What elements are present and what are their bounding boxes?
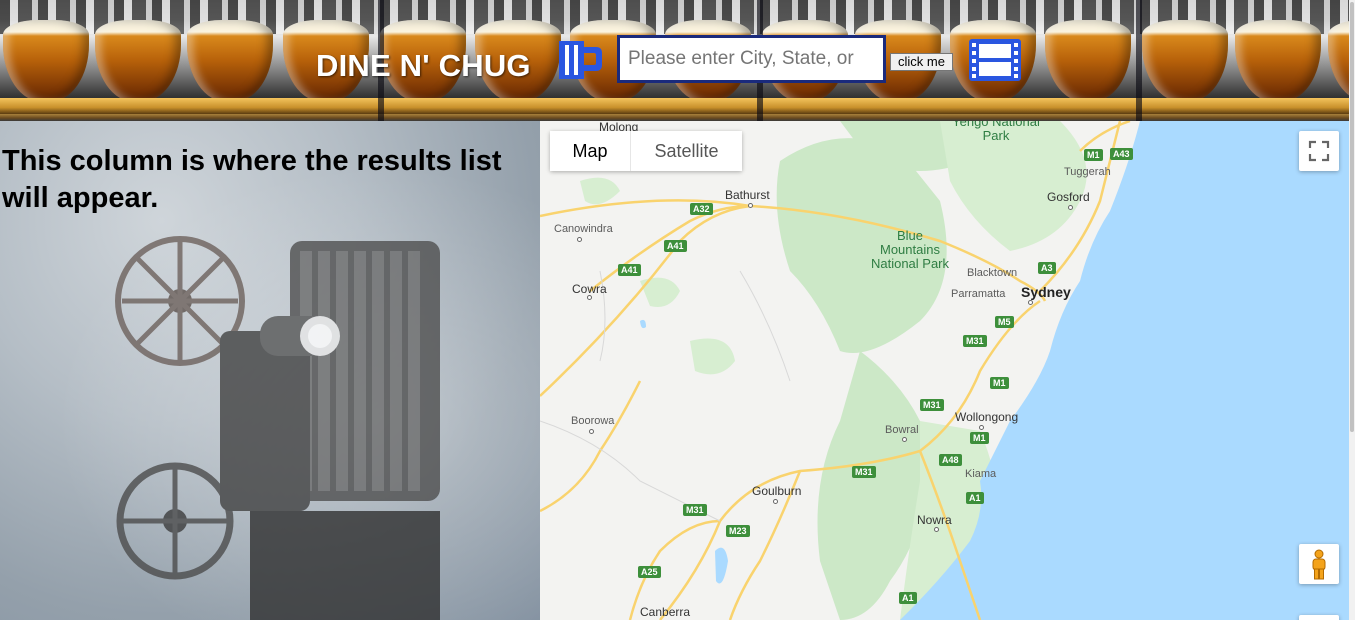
- road-shield: M31: [852, 466, 876, 478]
- road-shield: M31: [920, 399, 944, 411]
- beer-glass-image: [1328, 20, 1349, 102]
- map-label-canowindra: Canowindra: [554, 223, 613, 235]
- map-label-blacktown: Blacktown: [967, 267, 1018, 279]
- results-column: This column is where the results list wi…: [0, 121, 540, 620]
- beer-mug-icon: [559, 41, 602, 79]
- film-strip-icon: [969, 39, 1021, 81]
- road-shield: A25: [638, 566, 661, 578]
- beer-glass-image: [3, 20, 89, 102]
- road-shield: A32: [690, 203, 713, 215]
- map-label-wollongong: Wollongong: [955, 410, 1019, 424]
- google-map[interactable]: Molong Bathurst Canowindra Cowra Boorowa…: [540, 121, 1349, 620]
- road-shield: M1: [990, 377, 1009, 389]
- road-shield: A3: [1038, 262, 1056, 274]
- map-label-cowra: Cowra: [572, 282, 607, 296]
- map-label-tuggerah: Tuggerah: [1064, 166, 1111, 178]
- map-type-control: Map Satellite: [550, 131, 742, 171]
- road-shield: A41: [664, 240, 687, 252]
- map-label-yengo: Yengo National Park: [952, 121, 1040, 143]
- road-shield: A48: [939, 454, 962, 466]
- map-label-gosford: Gosford: [1047, 190, 1090, 204]
- street-view-pegman-button[interactable]: [1299, 544, 1339, 584]
- map-label-bowral: Bowral: [885, 424, 919, 436]
- wooden-shelf: [0, 98, 1349, 114]
- map-label-parramatta: Parramatta: [951, 288, 1006, 300]
- map-label-goulburn: Goulburn: [752, 484, 802, 498]
- pegman-icon: [1312, 549, 1326, 580]
- results-placeholder-text: This column is where the results list wi…: [2, 145, 502, 214]
- search-button[interactable]: click me: [890, 53, 953, 71]
- beer-glass-image: [95, 20, 181, 102]
- fullscreen-button[interactable]: [1299, 131, 1339, 171]
- map-label-boorowa: Boorowa: [571, 415, 615, 427]
- map-label-sydney: Sydney: [1021, 284, 1071, 300]
- film-projector-image: [115, 236, 440, 620]
- road-shield: M5: [995, 316, 1014, 328]
- map-label-blue-mountains: Blue Mountains National Park: [870, 228, 950, 271]
- map-tiles[interactable]: [540, 121, 1349, 620]
- map-label-nowra: Nowra: [917, 513, 952, 527]
- road-shield: A1: [899, 592, 917, 604]
- page-scrollbar[interactable]: [1349, 0, 1355, 620]
- road-shield: M31: [683, 504, 707, 516]
- road-shield: A43: [1110, 148, 1133, 160]
- site-title: DINE N' CHUG: [316, 48, 531, 83]
- fullscreen-icon: [1308, 140, 1330, 162]
- beer-glass-image: [187, 20, 273, 102]
- road-shield: A41: [618, 264, 641, 276]
- road-shield: M23: [726, 525, 750, 537]
- satellite-view-button[interactable]: Satellite: [631, 131, 742, 171]
- beer-glass-image: [1142, 20, 1228, 102]
- road-shield: M31: [963, 335, 987, 347]
- map-label-bathurst: Bathurst: [725, 188, 770, 202]
- map-label-kiama: Kiama: [965, 468, 997, 480]
- location-search-input[interactable]: [617, 35, 886, 83]
- map-view-button[interactable]: Map: [550, 131, 631, 171]
- road-shield: M1: [970, 432, 989, 444]
- zoom-control[interactable]: [1299, 615, 1339, 620]
- beer-glass-image: [1235, 20, 1321, 102]
- beer-glass-image: [1045, 20, 1131, 102]
- map-label-canberra: Canberra: [640, 605, 691, 619]
- road-shield: A1: [966, 492, 984, 504]
- header-banner: DINE N' CHUG click me: [0, 0, 1349, 121]
- road-shield: M1: [1084, 149, 1103, 161]
